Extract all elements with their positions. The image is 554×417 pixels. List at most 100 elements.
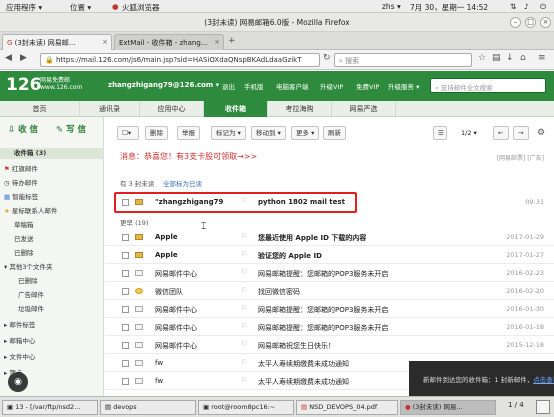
- maximize-icon[interactable]: □: [525, 17, 536, 28]
- sidebar-item-deleted[interactable]: 已删除: [18, 275, 38, 285]
- table-row[interactable]: 网易邮件中心 ⚐ 网易邮箱提醒：您邮箱的POP3服务未开启 2016-02-23: [105, 265, 554, 282]
- menu-icon[interactable]: ≡: [538, 53, 546, 63]
- tab-home[interactable]: 首页: [0, 101, 80, 117]
- flag-icon[interactable]: ⚐: [241, 268, 247, 276]
- taskbar-item-firefox[interactable]: ● (3封未读) 网易...: [400, 400, 496, 415]
- mail-search-input[interactable]: ⌕ 支持邮件全文搜索: [430, 78, 546, 93]
- receive-button[interactable]: ⇩ 收 信: [8, 121, 38, 139]
- minimize-icon[interactable]: –: [510, 17, 521, 28]
- reload-icon[interactable]: ↻: [323, 53, 331, 63]
- row-checkbox[interactable]: [122, 378, 129, 385]
- volume-icon[interactable]: ♪: [524, 2, 529, 11]
- table-row[interactable]: 网易邮件中心 ⚐ 网易邮箱提醒：您邮箱的POP3服务未开启 2016-01-18: [105, 319, 554, 336]
- table-row[interactable]: "zhangzhigang79 ⚐ python 1802 mail test …: [105, 192, 554, 214]
- workspace-indicator[interactable]: 1 / 4: [508, 401, 524, 409]
- tab-app-center[interactable]: 应用中心: [140, 101, 204, 117]
- upgrade-service-link[interactable]: 升级服务 ▾: [388, 81, 419, 91]
- flag-icon[interactable]: ⚐: [241, 232, 247, 240]
- show-desktop-icon[interactable]: [536, 400, 550, 414]
- sidebar-item-other-folders[interactable]: ▾ 其他3个文件夹: [4, 261, 52, 271]
- browser-tab-extmail[interactable]: ExtMail - 收件箱 - zhang... ×: [114, 34, 224, 50]
- sidebar-item-mail-center[interactable]: ▸ 邮箱中心: [4, 335, 35, 345]
- sidebar-item-smart-tag[interactable]: ▦ 智能标签: [4, 191, 38, 201]
- flag-icon[interactable]: ⚐: [241, 250, 247, 258]
- mark-all-read-link[interactable]: 全部标为已读: [163, 178, 202, 188]
- clock[interactable]: 7月 30，星期一 14:52: [410, 2, 488, 13]
- forward-icon[interactable]: ▶: [20, 53, 27, 63]
- taskbar-item-root-terminal[interactable]: ▣ root@room8pc16:~: [198, 400, 294, 415]
- row-checkbox[interactable]: [122, 270, 129, 277]
- sidebar-item-ads[interactable]: 广告邮件: [18, 289, 44, 299]
- logout-link[interactable]: 退出: [222, 81, 235, 91]
- free-vip-link[interactable]: 免费VIP: [356, 81, 379, 91]
- user-menu[interactable]: zhs ▾: [382, 2, 401, 11]
- row-checkbox[interactable]: [122, 360, 129, 367]
- taskbar-item-pdf[interactable]: ▤ NSD_DEVOPS_04.pdf: [296, 400, 398, 415]
- notification-view-link[interactable]: 点击查看: [533, 376, 554, 384]
- places-menu[interactable]: 位置 ▾: [70, 2, 91, 13]
- tab-yanxuan[interactable]: 网易严选: [332, 101, 396, 117]
- row-checkbox[interactable]: [122, 342, 129, 349]
- home-icon[interactable]: ⌂: [520, 53, 526, 63]
- sidebar-item-drafts[interactable]: 草稿箱: [14, 219, 34, 229]
- flag-icon[interactable]: ⚐: [241, 340, 247, 348]
- table-row[interactable]: Apple ⚐ 您最近使用 Apple ID 下载的内容 2017-01-29: [105, 229, 554, 246]
- back-icon[interactable]: ◀: [5, 53, 12, 63]
- floating-assistant-icon[interactable]: ◉: [8, 372, 28, 392]
- new-tab-icon[interactable]: +: [228, 36, 236, 46]
- sidebar-item-spam[interactable]: 垃圾邮件: [18, 303, 44, 313]
- row-checkbox[interactable]: [122, 234, 129, 241]
- sidebar-item-inbox[interactable]: 收件箱 (3): [0, 148, 104, 159]
- upgrade-vip-link[interactable]: 升级VIP: [320, 81, 343, 91]
- mobile-link[interactable]: 手机版: [244, 81, 264, 91]
- power-icon[interactable]: ⏻: [540, 2, 546, 12]
- table-row[interactable]: 微信团队 ⚐ 找回微信密码 2016-02-20: [105, 283, 554, 300]
- flag-icon[interactable]: ⚐: [241, 376, 247, 384]
- desktop-client-link[interactable]: 电脑客户端: [276, 81, 309, 91]
- close-tab-icon[interactable]: ×: [214, 38, 220, 46]
- flag-icon[interactable]: ⚐: [241, 286, 247, 294]
- library-icon[interactable]: ▤: [492, 53, 501, 63]
- more-button[interactable]: 更多 ▾: [291, 126, 320, 140]
- sidebar-item-file-center[interactable]: ▸ 文件中心: [4, 351, 35, 361]
- mark-as-button[interactable]: 标记为 ▾: [211, 126, 246, 140]
- taskbar-item-devops[interactable]: ▤ devops: [100, 400, 196, 415]
- delete-button[interactable]: 删除: [145, 126, 168, 140]
- bookmark-star-icon[interactable]: ☆: [478, 53, 486, 63]
- report-button[interactable]: 举报: [177, 126, 200, 140]
- flag-icon[interactable]: ⚐: [241, 322, 247, 330]
- url-bar[interactable]: 🔒 https://mail.126.com/js6/main.jsp?sid=…: [40, 53, 320, 67]
- prev-page-icon[interactable]: ←: [493, 126, 509, 140]
- table-row[interactable]: 网易邮件中心 ⚐ 网易邮箱祝您生日快乐！ 2015-12-18: [105, 337, 554, 354]
- sidebar-item-sent[interactable]: 已发送: [14, 233, 34, 243]
- browser-tab-126mail[interactable]: G (3封未读) 网易邮... ×: [2, 34, 112, 50]
- flag-icon[interactable]: ⚐: [241, 304, 247, 312]
- select-all-checkbox[interactable]: ☐▾: [117, 126, 139, 140]
- search-input[interactable]: ⌕ 搜索: [334, 53, 472, 67]
- flag-icon[interactable]: ⚐: [241, 358, 247, 366]
- table-row[interactable]: Apple ⚐ 验证您的 Apple ID 2017-01-27: [105, 247, 554, 264]
- settings-gear-icon[interactable]: ⚙: [537, 128, 545, 138]
- move-to-button[interactable]: 移动到 ▾: [251, 126, 286, 140]
- row-checkbox[interactable]: [122, 306, 129, 313]
- row-checkbox[interactable]: [122, 252, 129, 259]
- taskbar-item-terminal-ftp[interactable]: ▣ 13 - [/var/ftp/nsd2...: [2, 400, 98, 415]
- download-icon[interactable]: ↓: [506, 53, 514, 63]
- tab-inbox[interactable]: 收件箱: [204, 101, 268, 117]
- sidebar-item-starred[interactable]: ★ 星标联系人邮件: [4, 205, 57, 215]
- promo-message[interactable]: 消息：恭喜您！有3支卡股可领取→>>: [120, 151, 257, 162]
- flag-icon[interactable]: ⚐: [241, 197, 247, 205]
- account-email[interactable]: zhangzhigang79@126.com ▾: [108, 81, 219, 89]
- tab-contacts[interactable]: 通讯录: [80, 101, 140, 117]
- new-mail-notification[interactable]: 新邮件到达您的收件箱：1 封新邮件，点击查看: [409, 361, 554, 396]
- close-window-icon[interactable]: ×: [540, 17, 551, 28]
- sidebar-item-mail-tags[interactable]: ▸ 邮件标签: [4, 319, 35, 329]
- tab-kaola[interactable]: 考拉海购: [268, 101, 332, 117]
- sidebar-item-flagged[interactable]: ⚑ 红旗邮件: [4, 163, 38, 173]
- row-checkbox[interactable]: [122, 288, 129, 295]
- row-checkbox[interactable]: [122, 199, 129, 206]
- next-page-icon[interactable]: →: [513, 126, 529, 140]
- sidebar-item-todo[interactable]: ◷ 待办邮件: [4, 177, 38, 187]
- refresh-button[interactable]: 刷新: [323, 126, 346, 140]
- table-row[interactable]: 网易邮件中心 ⚐ 网易邮箱提醒：您邮箱的POP3服务未开启 2016-01-30: [105, 301, 554, 318]
